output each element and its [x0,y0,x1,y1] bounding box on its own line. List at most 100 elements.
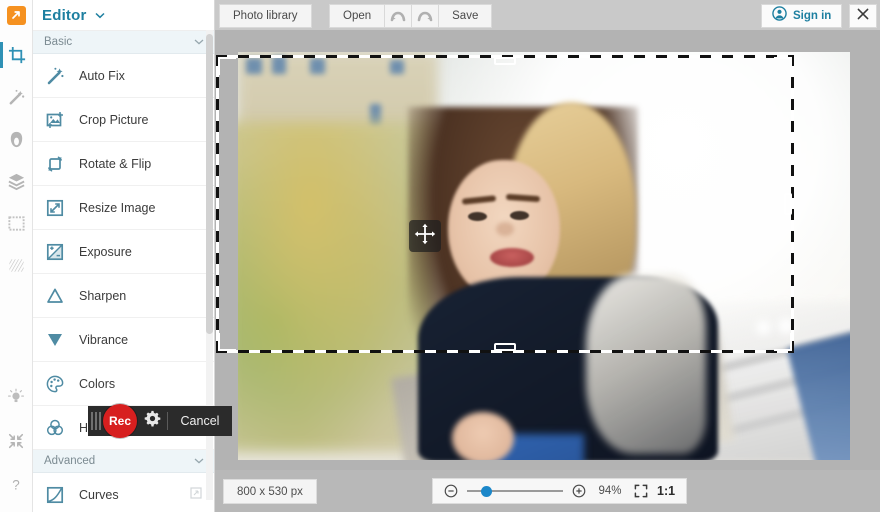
sidebar-item-label: Sharpen [79,288,127,303]
sidebar-item-auto-fix[interactable]: Auto Fix [32,54,214,98]
palette-icon [44,373,66,395]
sidebar-item-sharpen[interactable]: Sharpen [32,274,214,318]
sidebar-group-advanced[interactable]: Advanced [32,450,214,473]
editor-window: ? Editor Basic Auto Fix Crop Picture Rot… [0,0,880,512]
photo-detail [452,412,514,460]
resize-icon [44,197,66,219]
sidebar-group-label: Basic [44,36,73,48]
tool-rail: ? [0,0,33,512]
sidebar-group-basic[interactable]: Basic [32,31,214,54]
magic-wand-tool[interactable] [1,84,31,110]
photo-subject-fur [586,274,706,454]
app-logo[interactable] [0,0,32,30]
sidebar-item-label: Crop Picture [79,112,149,127]
canvas-area[interactable] [214,30,880,470]
photo-library-group: Photo library [219,4,312,28]
crop-handle-bottom-left[interactable] [218,333,236,351]
crop-handle-top-left[interactable] [218,57,236,75]
photo-detail [246,58,262,74]
zoom-slider[interactable] [467,484,563,498]
portrait-tool[interactable] [1,126,31,152]
undo-button[interactable] [385,4,413,28]
drag-grip-icon[interactable] [91,412,101,430]
close-x-icon [857,7,869,25]
photo-detail [756,320,771,335]
sidebar-group-label: Advanced [44,455,96,467]
chevron-down-icon [194,455,204,467]
gear-icon [144,410,161,432]
save-button[interactable]: Save [439,4,493,28]
photo-detail [468,212,487,221]
open-button[interactable]: Open [329,4,386,28]
file-actions-group: Open Save [329,4,493,28]
sidebar-item-colors[interactable]: Colors [32,362,214,406]
sidebar-item-label: Curves [79,487,119,502]
move-handle[interactable] [409,220,441,252]
screen-recorder-bar: Rec Cancel [88,404,232,438]
orange-arrow-logo-icon [6,5,26,25]
sidebar-item-curves[interactable]: Curves [32,473,214,512]
sidebar-header[interactable]: Editor [32,0,214,31]
sidebar-item-resize-image[interactable]: Resize Image [32,186,214,230]
sidebar-item-label: Resize Image [79,200,156,215]
slider-thumb[interactable] [481,485,492,497]
tool-rail-list [0,42,33,278]
chevron-down-icon [95,6,105,24]
tips-button[interactable] [1,384,31,410]
zoom-out-button[interactable] [444,484,458,498]
frame-tool[interactable] [1,210,31,236]
record-button[interactable]: Rec [103,404,137,438]
redo-button[interactable] [412,4,440,28]
photo-detail [510,211,529,220]
zoom-in-button[interactable] [572,484,586,498]
collapse-button[interactable] [1,428,31,454]
close-button[interactable] [849,4,877,28]
actual-size-button[interactable]: 1:1 [657,484,675,498]
sidebar-item-exposure[interactable]: Exposure [32,230,214,274]
page-title: Editor [42,6,87,24]
recorder-settings-button[interactable] [137,410,167,432]
vibrance-triangle-icon [44,329,66,351]
photo-detail [390,60,404,74]
photo-detail [490,248,534,267]
photo-detail [310,58,325,74]
zoom-percent-label: 94% [598,485,622,497]
sidebar-scrollbar-thumb[interactable] [206,34,213,334]
crop-picture-icon [44,109,66,131]
sidebar-item-vibrance[interactable]: Vibrance [32,318,214,362]
layers-tool[interactable] [1,168,31,194]
sharpen-triangle-icon [44,285,66,307]
sign-in-button[interactable]: Sign in [761,4,843,28]
svg-text:?: ? [12,478,20,493]
crop-tool[interactable] [0,42,33,68]
sidebar-item-crop-picture[interactable]: Crop Picture [32,98,214,142]
exposure-icon [44,241,66,263]
zoom-controls: 94% 1:1 [432,478,688,504]
sidebar-item-label: Colors [79,376,116,391]
top-toolbar: Photo library Open Save Sign in [214,0,880,30]
photo-detail [272,56,286,74]
chevron-down-icon [194,36,204,48]
tool-rail-footer: ? [1,384,31,512]
user-avatar-icon [772,6,787,26]
texture-tool[interactable] [1,252,31,278]
sidebar-item-rotate-flip[interactable]: Rotate & Flip [32,142,214,186]
sidebar-item-label: Vibrance [79,332,129,347]
fit-screen-button[interactable] [634,484,648,498]
move-four-arrows-icon [414,223,436,250]
image-dimensions: 800 x 530 px [223,479,317,504]
photo-library-button[interactable]: Photo library [219,4,312,28]
popout-icon[interactable] [190,486,202,504]
sidebar-item-label: Exposure [79,244,132,259]
sidebar-item-label: Rotate & Flip [79,156,152,171]
help-button[interactable]: ? [1,472,31,498]
sidebar-item-label: Auto Fix [79,68,125,83]
rotate-flip-icon [44,153,66,175]
photo-detail [496,222,514,236]
recorder-cancel-button[interactable]: Cancel [168,414,232,428]
status-bar: 800 x 530 px 94% 1:1 [214,470,880,512]
sign-in-label: Sign in [793,10,832,22]
photo-canvas[interactable] [238,52,850,460]
magic-wand-icon [44,65,66,87]
hdr-venn-icon [44,417,66,439]
